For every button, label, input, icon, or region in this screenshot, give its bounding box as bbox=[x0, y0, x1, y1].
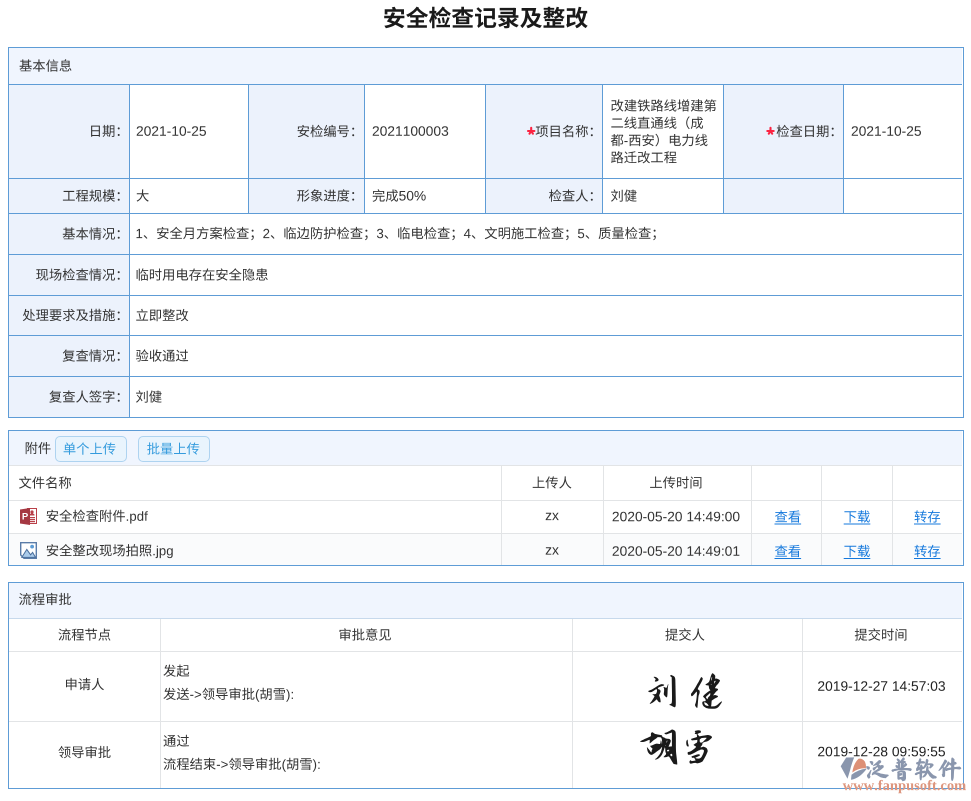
svg-text:P: P bbox=[22, 512, 29, 523]
